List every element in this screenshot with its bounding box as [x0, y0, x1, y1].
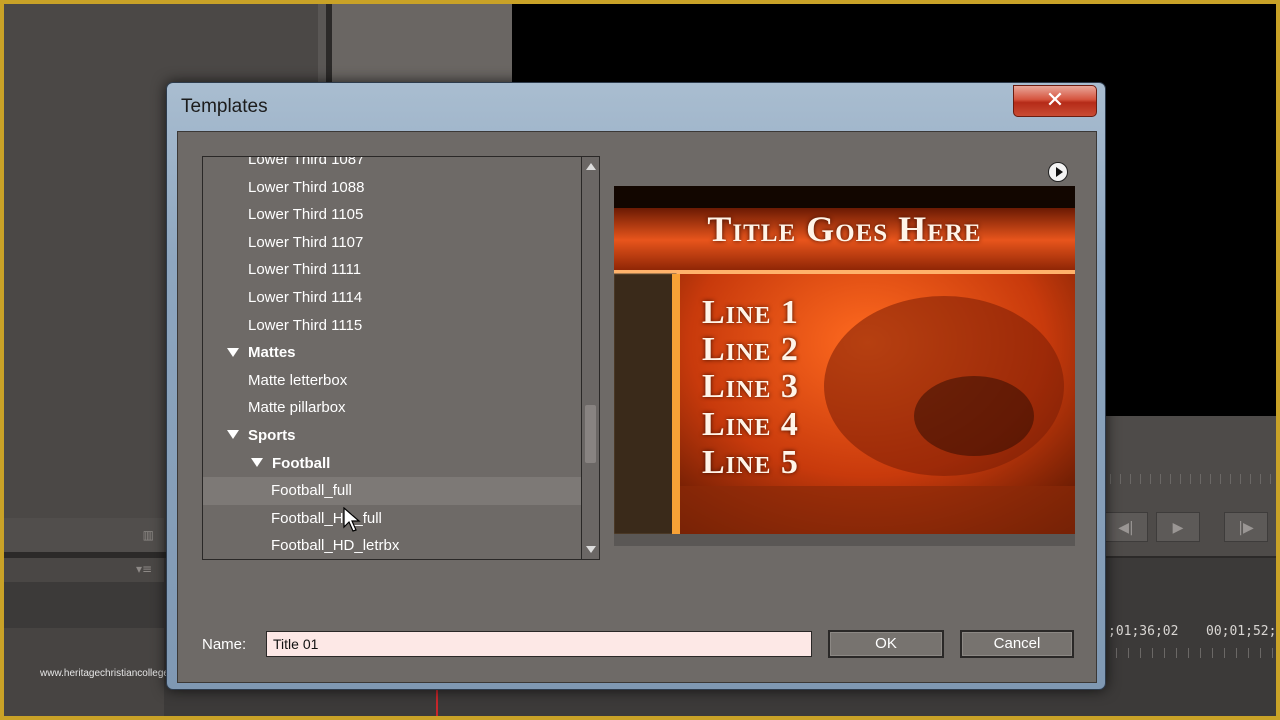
tree-item-label: Football_HD_letrbx: [271, 537, 400, 555]
scroll-up-icon[interactable]: [586, 163, 596, 170]
tree-item[interactable]: Lower Third 1111: [203, 256, 581, 284]
preview-line-4: Line 4: [702, 406, 799, 443]
name-label: Name:: [202, 636, 247, 653]
expand-triangle-icon[interactable]: [227, 430, 239, 440]
scroll-thumb[interactable]: [585, 405, 596, 463]
preview-status-bar: [614, 534, 1075, 546]
mouse-cursor-icon: [343, 507, 361, 532]
template-preview: Title Goes Here Line 1 Line 2 Line 3 Lin…: [614, 186, 1075, 534]
dialog-title: Templates: [181, 96, 268, 117]
tree-item[interactable]: Lower Third 1107: [203, 229, 581, 257]
tree-folder[interactable]: Football: [203, 450, 581, 478]
tree-item-label: Football_full: [271, 482, 352, 500]
monitor-ruler: [1100, 474, 1276, 484]
tree-folder[interactable]: Sports: [203, 422, 581, 450]
expand-triangle-icon[interactable]: [227, 347, 239, 357]
tree-item-label: Lower Third 1111: [248, 261, 362, 279]
cancel-button[interactable]: Cancel: [960, 630, 1074, 658]
panel-toolbar-strip: ▥: [4, 518, 164, 552]
tree-folder[interactable]: Mattes: [203, 339, 581, 367]
template-tree: Lower Third 1087 Lower Third 1088 Lower Th…: [202, 156, 600, 560]
expand-triangle-icon[interactable]: [251, 458, 263, 468]
preview-line-2: Line 2: [702, 331, 799, 368]
tree-item-label: Football: [272, 454, 331, 472]
tree-item-label: Mattes: [248, 344, 296, 362]
timeline-ruler[interactable]: [1104, 648, 1276, 658]
tree-item[interactable]: Lower Third 1115: [203, 312, 581, 340]
tree-item-label: Matte pillarbox: [248, 399, 346, 417]
timeline-toolbar: ▾≡: [4, 558, 164, 582]
tree-item-label: Lower Third 1088: [248, 178, 365, 196]
preview-line-5: Line 5: [702, 444, 799, 481]
panel-options-icon[interactable]: ▥: [143, 528, 154, 542]
tree-item[interactable]: Lower Third 1114: [203, 284, 581, 312]
tree-item[interactable]: Football_full: [203, 477, 581, 505]
tree-item-label: Lower Third 1107: [248, 233, 364, 251]
tree-scrollbar[interactable]: [581, 157, 599, 559]
panel-menu-icon[interactable]: ▾≡: [136, 562, 152, 576]
step-forward-icon[interactable]: |▶: [1224, 512, 1268, 542]
tree-item-label: Lower Third 1115: [248, 316, 363, 334]
tree-item[interactable]: Lower Third 1087: [203, 156, 581, 174]
close-button[interactable]: ✕: [1013, 85, 1097, 117]
timecode-current: ;01;36;02: [1108, 624, 1179, 639]
step-back-icon[interactable]: ◀|: [1104, 512, 1148, 542]
tree-item-label: Matte letterbox: [248, 371, 348, 389]
tree-item-label: Lower Third 1105: [248, 206, 364, 224]
tree-item-label: Sports: [248, 426, 296, 444]
play-icon[interactable]: ▶: [1156, 512, 1200, 542]
dialog-body: Lower Third 1087 Lower Third 1088 Lower Th…: [177, 131, 1097, 683]
preview-line-3: Line 3: [702, 368, 799, 405]
preview-menu-icon[interactable]: [1048, 162, 1068, 182]
tree-item[interactable]: Lower Third 1088: [203, 174, 581, 202]
tree-item[interactable]: Football_HD_full: [203, 505, 581, 533]
tree-item-label: Lower Third 1087: [248, 156, 365, 168]
name-field[interactable]: [266, 631, 812, 657]
transport-controls: ◀| ▶ |▶: [1100, 416, 1276, 556]
tree-item-label: Lower Third 1114: [248, 288, 363, 306]
tree-item[interactable]: Matte letterbox: [203, 367, 581, 395]
preview-title: Title Goes Here: [707, 209, 982, 249]
ok-button[interactable]: OK: [828, 630, 944, 658]
tree-item[interactable]: Matte pillarbox: [203, 394, 581, 422]
tree-item-label: Football_HD_full: [271, 509, 382, 527]
timecode-duration: 00;01;52;: [1206, 624, 1277, 639]
scroll-down-icon[interactable]: [586, 546, 596, 553]
template-list: Lower Third 1087 Lower Third 1088 Lower Th…: [203, 156, 581, 559]
tree-item[interactable]: Football_HD_letrbx: [203, 532, 581, 559]
tree-item[interactable]: Lower Third 1105: [203, 201, 581, 229]
templates-dialog: Templates ✕ Lower Third 1087 Lower Third …: [166, 82, 1106, 690]
preview-line-1: Line 1: [702, 294, 799, 331]
